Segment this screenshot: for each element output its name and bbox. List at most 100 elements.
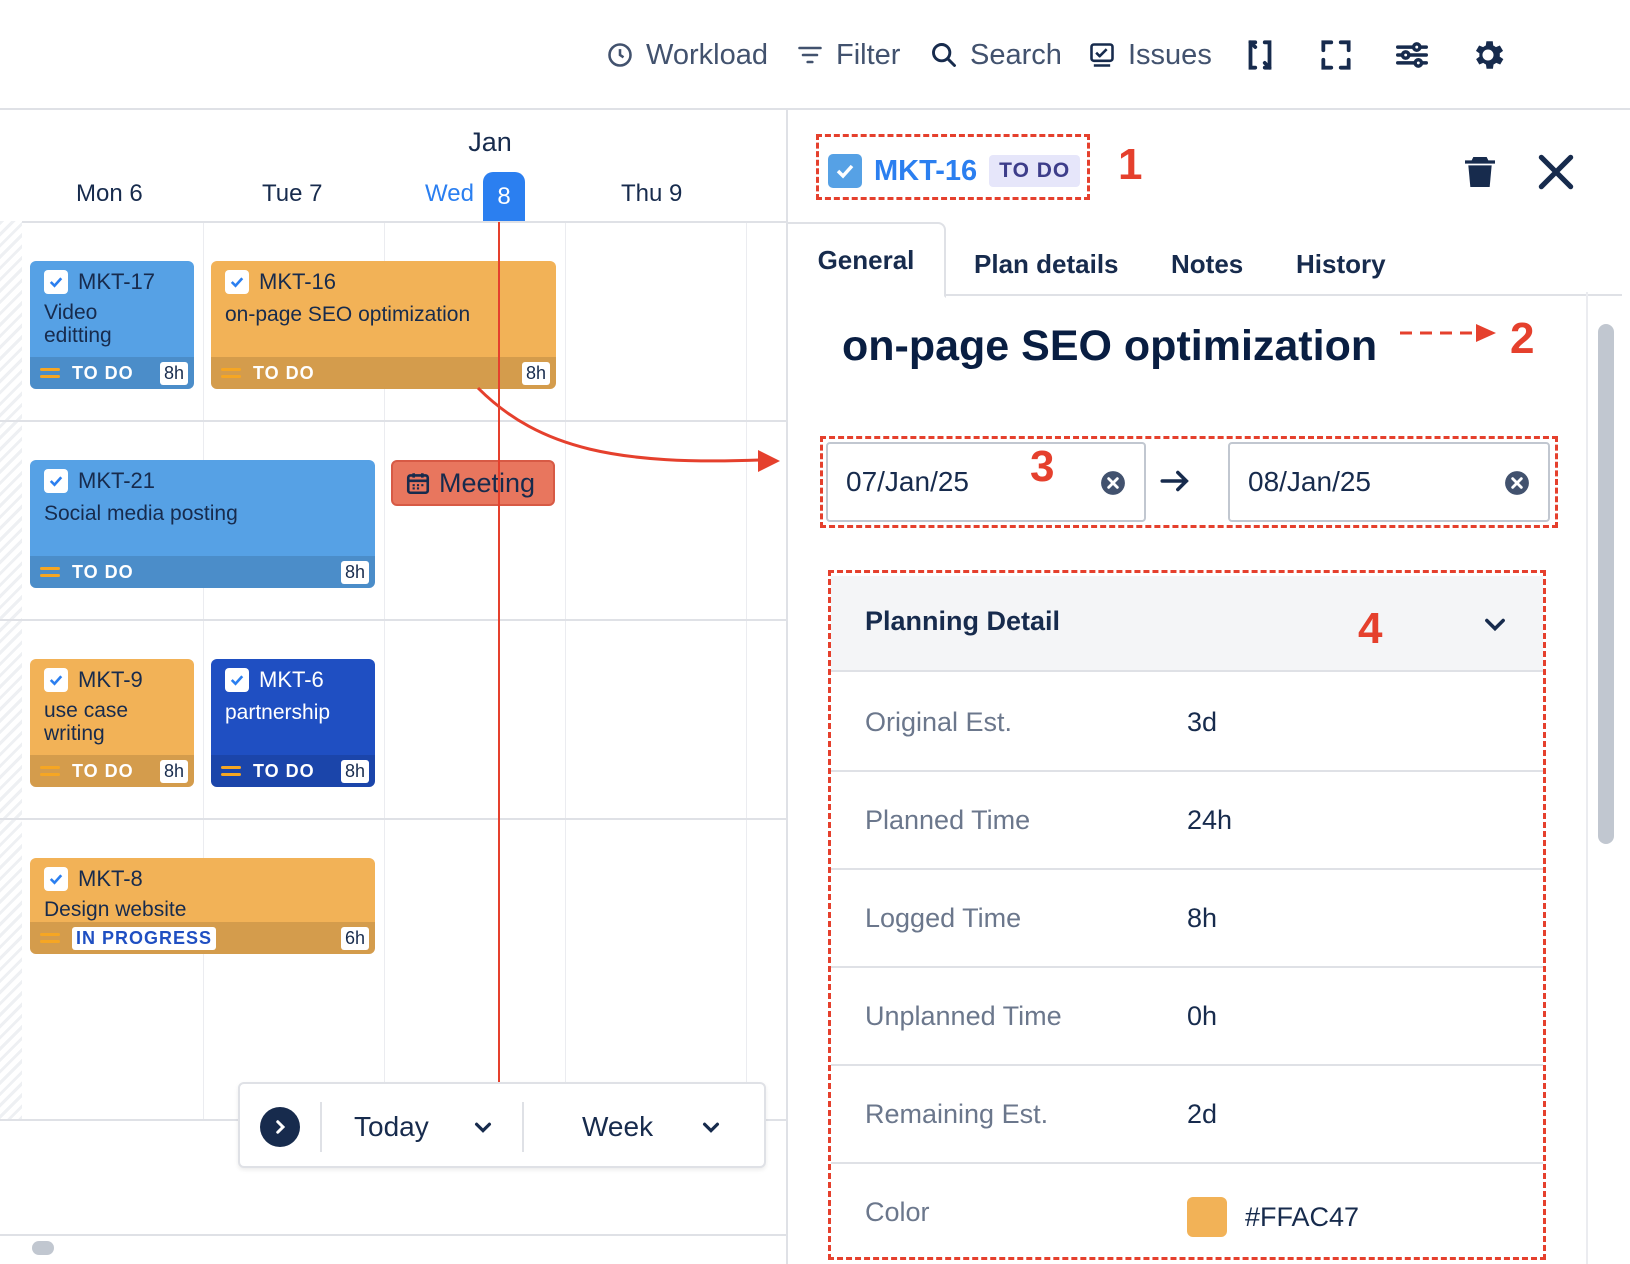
- clear-icon[interactable]: [1100, 470, 1126, 496]
- day-header-tue: Tue 7: [262, 180, 323, 207]
- card-header: MKT-8: [44, 866, 143, 892]
- clear-icon[interactable]: [1504, 470, 1530, 496]
- grid-row-line: [0, 619, 786, 621]
- annotation-arrow-2: [1400, 324, 1496, 342]
- priority-medium-icon: [221, 366, 241, 380]
- card-status: TO DO: [72, 760, 134, 781]
- trash-icon[interactable]: [1460, 150, 1500, 194]
- next-button[interactable]: [260, 1107, 300, 1147]
- today-dropdown[interactable]: Today: [354, 1105, 494, 1149]
- issue-title[interactable]: on-page SEO optimization: [842, 322, 1377, 371]
- clock-icon: [608, 43, 632, 67]
- priority-medium-icon: [40, 366, 60, 380]
- search-button[interactable]: Search: [930, 30, 1062, 80]
- card-title: Video editting: [44, 301, 112, 347]
- non-working-area: [0, 221, 22, 1120]
- priority-medium-icon: [40, 931, 60, 945]
- annotation-number-1: 1: [1118, 140, 1143, 189]
- card-title: use case writing: [44, 699, 129, 745]
- workload-button[interactable]: Workload: [606, 30, 768, 80]
- issues-button[interactable]: Issues: [1088, 30, 1212, 80]
- card-key: MKT-16: [259, 269, 337, 294]
- check-icon: [828, 154, 862, 188]
- card-hours: 6h: [340, 927, 369, 950]
- day-header-wed: Wed: [425, 180, 474, 207]
- card-key: MKT-8: [78, 866, 143, 891]
- status-badge[interactable]: TO DO: [989, 155, 1081, 187]
- horizontal-scrollbar[interactable]: [0, 1234, 786, 1255]
- task-card-mkt-8[interactable]: MKT-8 Design website IN PROGRESS 6h: [30, 858, 375, 954]
- divider: [522, 1102, 524, 1152]
- meeting-event[interactable]: Meeting: [391, 460, 555, 506]
- task-card-mkt-9[interactable]: MKT-9 use case writing TO DO 8h: [30, 659, 194, 787]
- chevron-right-icon: [276, 1120, 286, 1134]
- tab-general[interactable]: General: [788, 222, 946, 298]
- tab-notes[interactable]: Notes: [1171, 234, 1243, 294]
- check-icon: [44, 469, 68, 493]
- issues-label: Issues: [1128, 38, 1212, 71]
- check-icon: [44, 270, 68, 294]
- search-label: Search: [970, 38, 1062, 71]
- annotation-number-2: 2: [1510, 314, 1535, 363]
- card-title: Social media posting: [44, 502, 238, 525]
- card-status: IN PROGRESS: [72, 926, 217, 950]
- chevron-down-icon: [702, 1122, 720, 1133]
- tab-plan-details[interactable]: Plan details: [974, 234, 1119, 294]
- priority-medium-icon: [40, 565, 60, 579]
- check-icon: [225, 270, 249, 294]
- settings-sliders-button[interactable]: [1390, 33, 1434, 77]
- task-card-mkt-6[interactable]: MKT-6 partnership TO DO 8h: [211, 659, 375, 787]
- card-footer: IN PROGRESS: [30, 922, 375, 954]
- card-header: MKT-16: [225, 269, 336, 295]
- card-hours: 8h: [521, 362, 550, 385]
- search-icon: [932, 43, 956, 67]
- scrollbar-thumb[interactable]: [1598, 324, 1614, 844]
- calendar-navigation: Today Week: [238, 1082, 766, 1168]
- check-icon: [44, 867, 68, 891]
- card-key: MKT-9: [78, 667, 143, 692]
- day-header-mon: Mon 6: [76, 180, 143, 207]
- workload-label: Workload: [646, 38, 768, 71]
- task-card-mkt-17[interactable]: MKT-17 Video editting TO DO 8h: [30, 261, 194, 389]
- card-hours: 8h: [159, 760, 188, 783]
- card-footer: TO DO: [211, 357, 556, 389]
- close-icon[interactable]: [1534, 150, 1578, 194]
- priority-medium-icon: [40, 764, 60, 778]
- card-header: MKT-21: [44, 468, 155, 494]
- task-card-mkt-16[interactable]: MKT-16 on-page SEO optimization TO DO 8h: [211, 261, 556, 389]
- task-card-mkt-21[interactable]: MKT-21 Social media posting TO DO 8h: [30, 460, 375, 588]
- grid-row-line: [0, 818, 786, 820]
- tab-history[interactable]: History: [1296, 234, 1386, 294]
- card-key: MKT-21: [78, 468, 156, 493]
- card-title: Design website: [44, 898, 187, 921]
- end-date-field[interactable]: 08/Jan/25: [1228, 442, 1550, 522]
- annotation-number-3: 3: [1030, 442, 1055, 491]
- card-header: MKT-17: [44, 269, 155, 295]
- meeting-label: Meeting: [439, 467, 536, 498]
- sync-icon: [1248, 40, 1272, 70]
- view-dropdown[interactable]: Week: [582, 1105, 722, 1149]
- card-header: MKT-6: [225, 667, 324, 693]
- grid-column-line: [203, 223, 204, 1120]
- fullscreen-button[interactable]: [1314, 33, 1358, 77]
- top-toolbar: Workload Filter Search Issues: [0, 0, 1630, 110]
- filter-icon: [798, 46, 822, 64]
- detail-tabs: General Plan details Notes History: [788, 222, 1622, 298]
- vertical-scrollbar[interactable]: [1586, 292, 1622, 1264]
- day-header-thu: Thu 9: [621, 180, 683, 207]
- gear-button[interactable]: [1466, 33, 1510, 77]
- card-key: MKT-6: [259, 667, 324, 692]
- end-date-value: 08/Jan/25: [1248, 466, 1371, 497]
- issue-key-link[interactable]: MKT-16: [874, 155, 977, 188]
- card-key: MKT-17: [78, 269, 156, 294]
- filter-button[interactable]: Filter: [796, 30, 900, 80]
- card-hours: 8h: [340, 760, 369, 783]
- sliders-icon: [1396, 42, 1428, 68]
- start-date-value: 07/Jan/25: [846, 466, 969, 497]
- annotation-box-4: [828, 570, 1546, 1260]
- scrollbar-thumb[interactable]: [32, 1241, 54, 1255]
- card-status: TO DO: [253, 362, 315, 383]
- sync-button[interactable]: [1238, 33, 1282, 77]
- grid-column-line: [746, 223, 747, 1120]
- start-date-field[interactable]: 07/Jan/25: [826, 442, 1146, 522]
